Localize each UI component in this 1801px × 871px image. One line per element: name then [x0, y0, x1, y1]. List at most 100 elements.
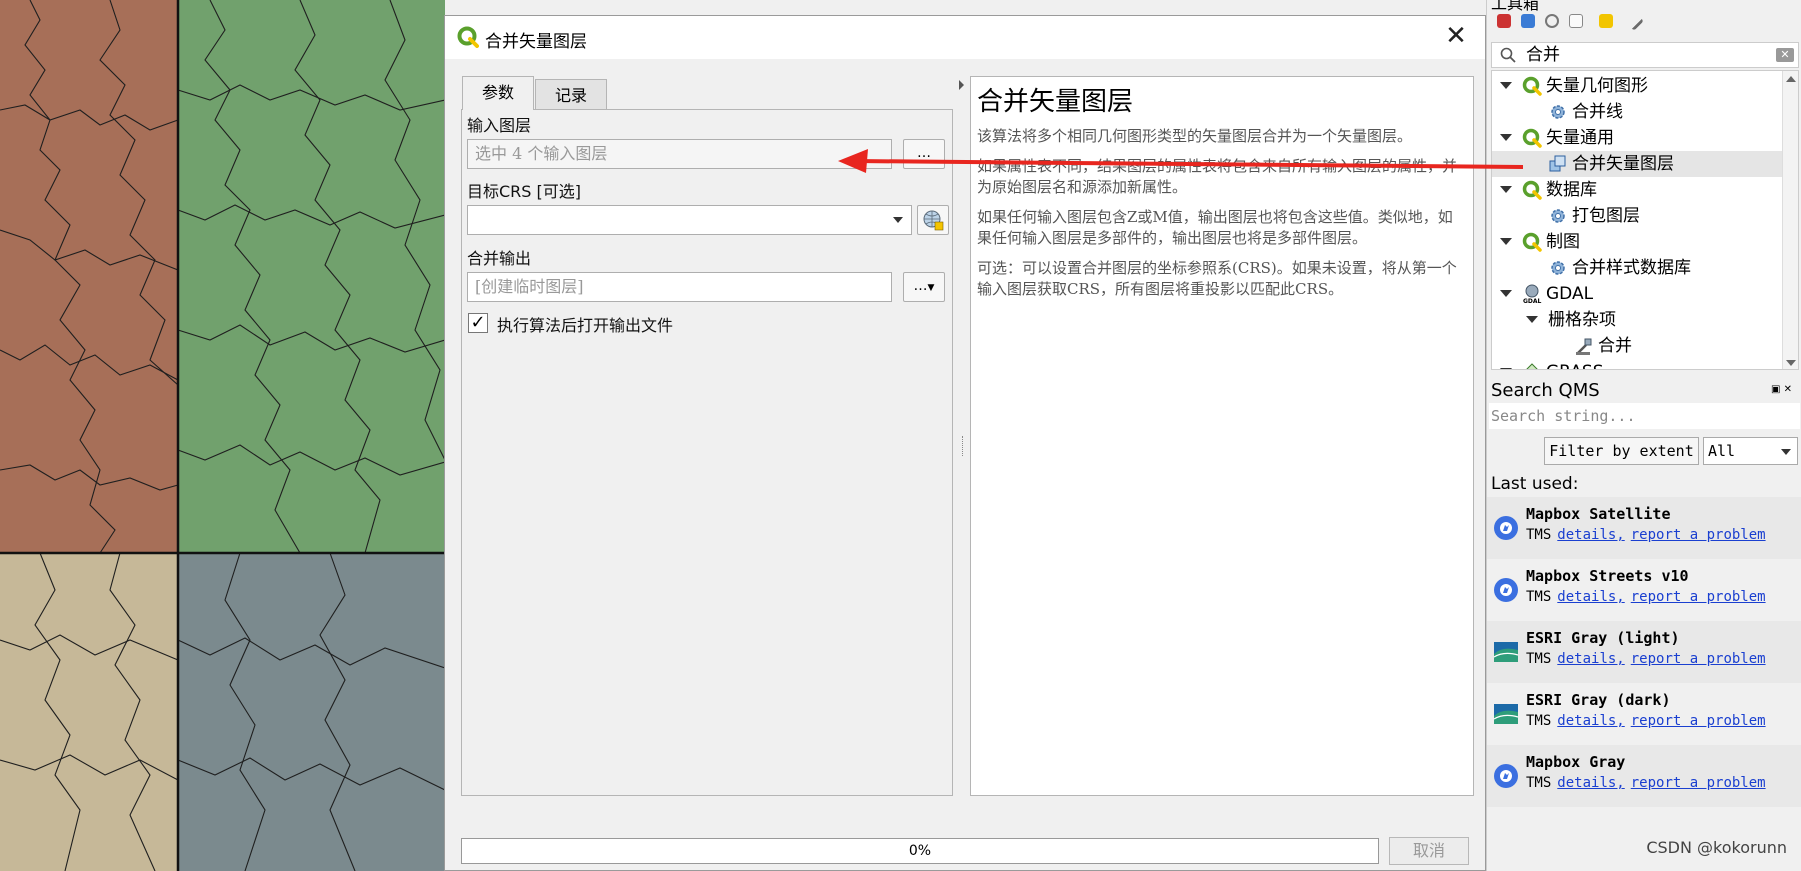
- tree-item[interactable]: 合并矢量图层: [1492, 151, 1784, 177]
- qms-service-name: ESRI Gray (dark): [1526, 691, 1671, 709]
- gear-icon: [1548, 206, 1568, 226]
- tree-item[interactable]: 矢量通用: [1492, 125, 1784, 151]
- svg-text:GDAL: GDAL: [1523, 298, 1542, 304]
- tree-item[interactable]: 打包图层: [1492, 203, 1784, 229]
- last-used-label: Last used:: [1491, 474, 1579, 494]
- qms-service-type: TMS: [1526, 651, 1552, 667]
- python-icon[interactable]: [1521, 14, 1535, 28]
- dialog-titlebar: 合并矢量图层 ✕: [445, 16, 1485, 59]
- cancel-button[interactable]: 取消: [1389, 837, 1469, 865]
- chevron-down-icon[interactable]: [1526, 316, 1538, 323]
- tree-item-label: 矢量几何图形: [1546, 76, 1648, 96]
- report-problem-link[interactable]: report a problem: [1631, 651, 1766, 667]
- qms-service-item[interactable]: Mapbox Satellite TMS details, report a prob…: [1487, 497, 1801, 559]
- tree-item[interactable]: 矢量几何图形: [1492, 73, 1784, 99]
- map-canvas[interactable]: [0, 0, 445, 871]
- chevron-down-icon[interactable]: [1500, 290, 1512, 297]
- details-link[interactable]: details,: [1557, 775, 1624, 791]
- help-title: 合并矢量图层: [977, 87, 1134, 117]
- progress-text: 0%: [908, 843, 932, 859]
- tree-item-label: GDAL: [1546, 284, 1594, 304]
- open-output-checkbox[interactable]: ✓: [468, 313, 488, 333]
- tree-item-label: 栅格杂项: [1548, 310, 1616, 330]
- tree-item[interactable]: GRASS: [1492, 359, 1784, 369]
- qms-service-meta: TMS details, report a problem: [1526, 651, 1766, 667]
- chevron-down-icon[interactable]: [1500, 238, 1512, 245]
- models-icon[interactable]: [1497, 14, 1511, 28]
- qms-type-select[interactable]: All: [1703, 437, 1798, 465]
- target-crs-select[interactable]: [467, 205, 912, 235]
- region-top-right: [178, 0, 445, 553]
- gear-icon: [1548, 102, 1568, 122]
- details-link[interactable]: details,: [1557, 651, 1624, 667]
- report-problem-link[interactable]: report a problem: [1631, 589, 1766, 605]
- input-layers-browse-button[interactable]: …: [903, 139, 945, 169]
- qms-service-item[interactable]: ESRI Gray (dark) TMS details, report a prob…: [1487, 683, 1801, 745]
- right-dock: 工具箱 合并 ✕ 矢量几何图形合并线矢量通用合并矢量图层数据库打包图层制图合并样…: [1486, 0, 1801, 871]
- qms-service-item[interactable]: Mapbox Streets v10 TMS details, report a pr…: [1487, 559, 1801, 621]
- tree-item[interactable]: 数据库: [1492, 177, 1784, 203]
- chevron-down-icon[interactable]: [1500, 82, 1512, 89]
- watermark: CSDN @kokorunn: [1646, 838, 1787, 857]
- merged-output-field[interactable]: [创建临时图层]: [467, 272, 892, 302]
- region-bottom-right: [178, 553, 445, 871]
- scroll-up-icon[interactable]: [1786, 76, 1796, 82]
- edit-features-icon[interactable]: [1599, 14, 1613, 28]
- report-problem-link[interactable]: report a problem: [1631, 527, 1766, 543]
- collapse-help-icon[interactable]: [959, 80, 964, 90]
- input-layers-label: 输入图层: [467, 116, 532, 135]
- report-problem-link[interactable]: report a problem: [1631, 713, 1766, 729]
- qms-service-name: Mapbox Streets v10: [1526, 567, 1689, 585]
- toolbox-tree[interactable]: 矢量几何图形 合并线 矢量通用 合并矢量图层 数据库 打包图层 制图 合并样式数据库 GDAL G…: [1491, 70, 1799, 370]
- tree-item[interactable]: 制图: [1492, 229, 1784, 255]
- splitter-handle[interactable]: [962, 436, 964, 456]
- input-layers-field[interactable]: 选中 4 个输入图层: [467, 139, 892, 169]
- tree-item[interactable]: 合并线: [1492, 99, 1784, 125]
- chevron-down-icon[interactable]: [1500, 134, 1512, 141]
- details-link[interactable]: details,: [1557, 527, 1624, 543]
- qms-service-item[interactable]: ESRI Gray (light) TMS details, report a pro…: [1487, 621, 1801, 683]
- chevron-down-icon[interactable]: [1500, 368, 1512, 369]
- toolbox-search-input[interactable]: 合并 ✕: [1491, 42, 1799, 68]
- chevron-down-icon: [893, 217, 903, 223]
- mapbox-icon: [1492, 576, 1520, 604]
- qms-service-meta: TMS details, report a problem: [1526, 589, 1766, 605]
- history-icon[interactable]: [1545, 14, 1559, 28]
- chevron-down-icon[interactable]: [1500, 186, 1512, 193]
- qms-search-input[interactable]: Search string...: [1489, 403, 1800, 429]
- details-link[interactable]: details,: [1557, 713, 1624, 729]
- tab-log[interactable]: 记录: [535, 79, 607, 109]
- qms-service-item[interactable]: Mapbox Gray TMS details, report a problem: [1487, 745, 1801, 807]
- tree-item[interactable]: 栅格杂项: [1492, 307, 1784, 333]
- qms-panel-buttons[interactable]: ▣ ✕: [1771, 384, 1797, 396]
- tree-scrollbar[interactable]: [1782, 71, 1798, 369]
- close-icon[interactable]: ✕: [1441, 22, 1471, 52]
- report-problem-link[interactable]: report a problem: [1631, 775, 1766, 791]
- tree-item-label: 制图: [1546, 232, 1580, 252]
- merged-output-browse-button[interactable]: …▼: [903, 272, 945, 302]
- merged-output-label: 合并输出: [467, 249, 532, 268]
- qms-service-name: ESRI Gray (light): [1526, 629, 1680, 647]
- tree-item[interactable]: GDAL GDAL: [1492, 281, 1784, 307]
- tab-parameters[interactable]: 参数: [462, 76, 534, 110]
- results-icon[interactable]: [1569, 14, 1583, 28]
- clear-search-icon[interactable]: ✕: [1776, 48, 1794, 62]
- qgis-logo-icon: [1522, 128, 1542, 148]
- region-top-left: [0, 0, 178, 553]
- scroll-down-icon[interactable]: [1786, 360, 1796, 366]
- toolbox-title: 工具箱: [1491, 0, 1540, 13]
- crs-selector-button[interactable]: [917, 205, 949, 235]
- tree-item-label: 合并: [1598, 336, 1632, 356]
- mapbox-icon: [1492, 762, 1520, 790]
- qms-service-type: TMS: [1526, 589, 1552, 605]
- tree-item-label: 矢量通用: [1546, 128, 1614, 148]
- tree-item-label: 数据库: [1546, 180, 1597, 200]
- qms-service-meta: TMS details, report a problem: [1526, 775, 1766, 791]
- tree-item[interactable]: 合并样式数据库: [1492, 255, 1784, 281]
- tree-item[interactable]: 合并: [1492, 333, 1784, 359]
- details-link[interactable]: details,: [1557, 589, 1624, 605]
- region-bottom-left: [0, 553, 178, 871]
- filter-by-extent-button[interactable]: Filter by extent: [1544, 437, 1699, 465]
- mapbox-icon: [1492, 514, 1520, 542]
- qms-service-type: TMS: [1526, 713, 1552, 729]
